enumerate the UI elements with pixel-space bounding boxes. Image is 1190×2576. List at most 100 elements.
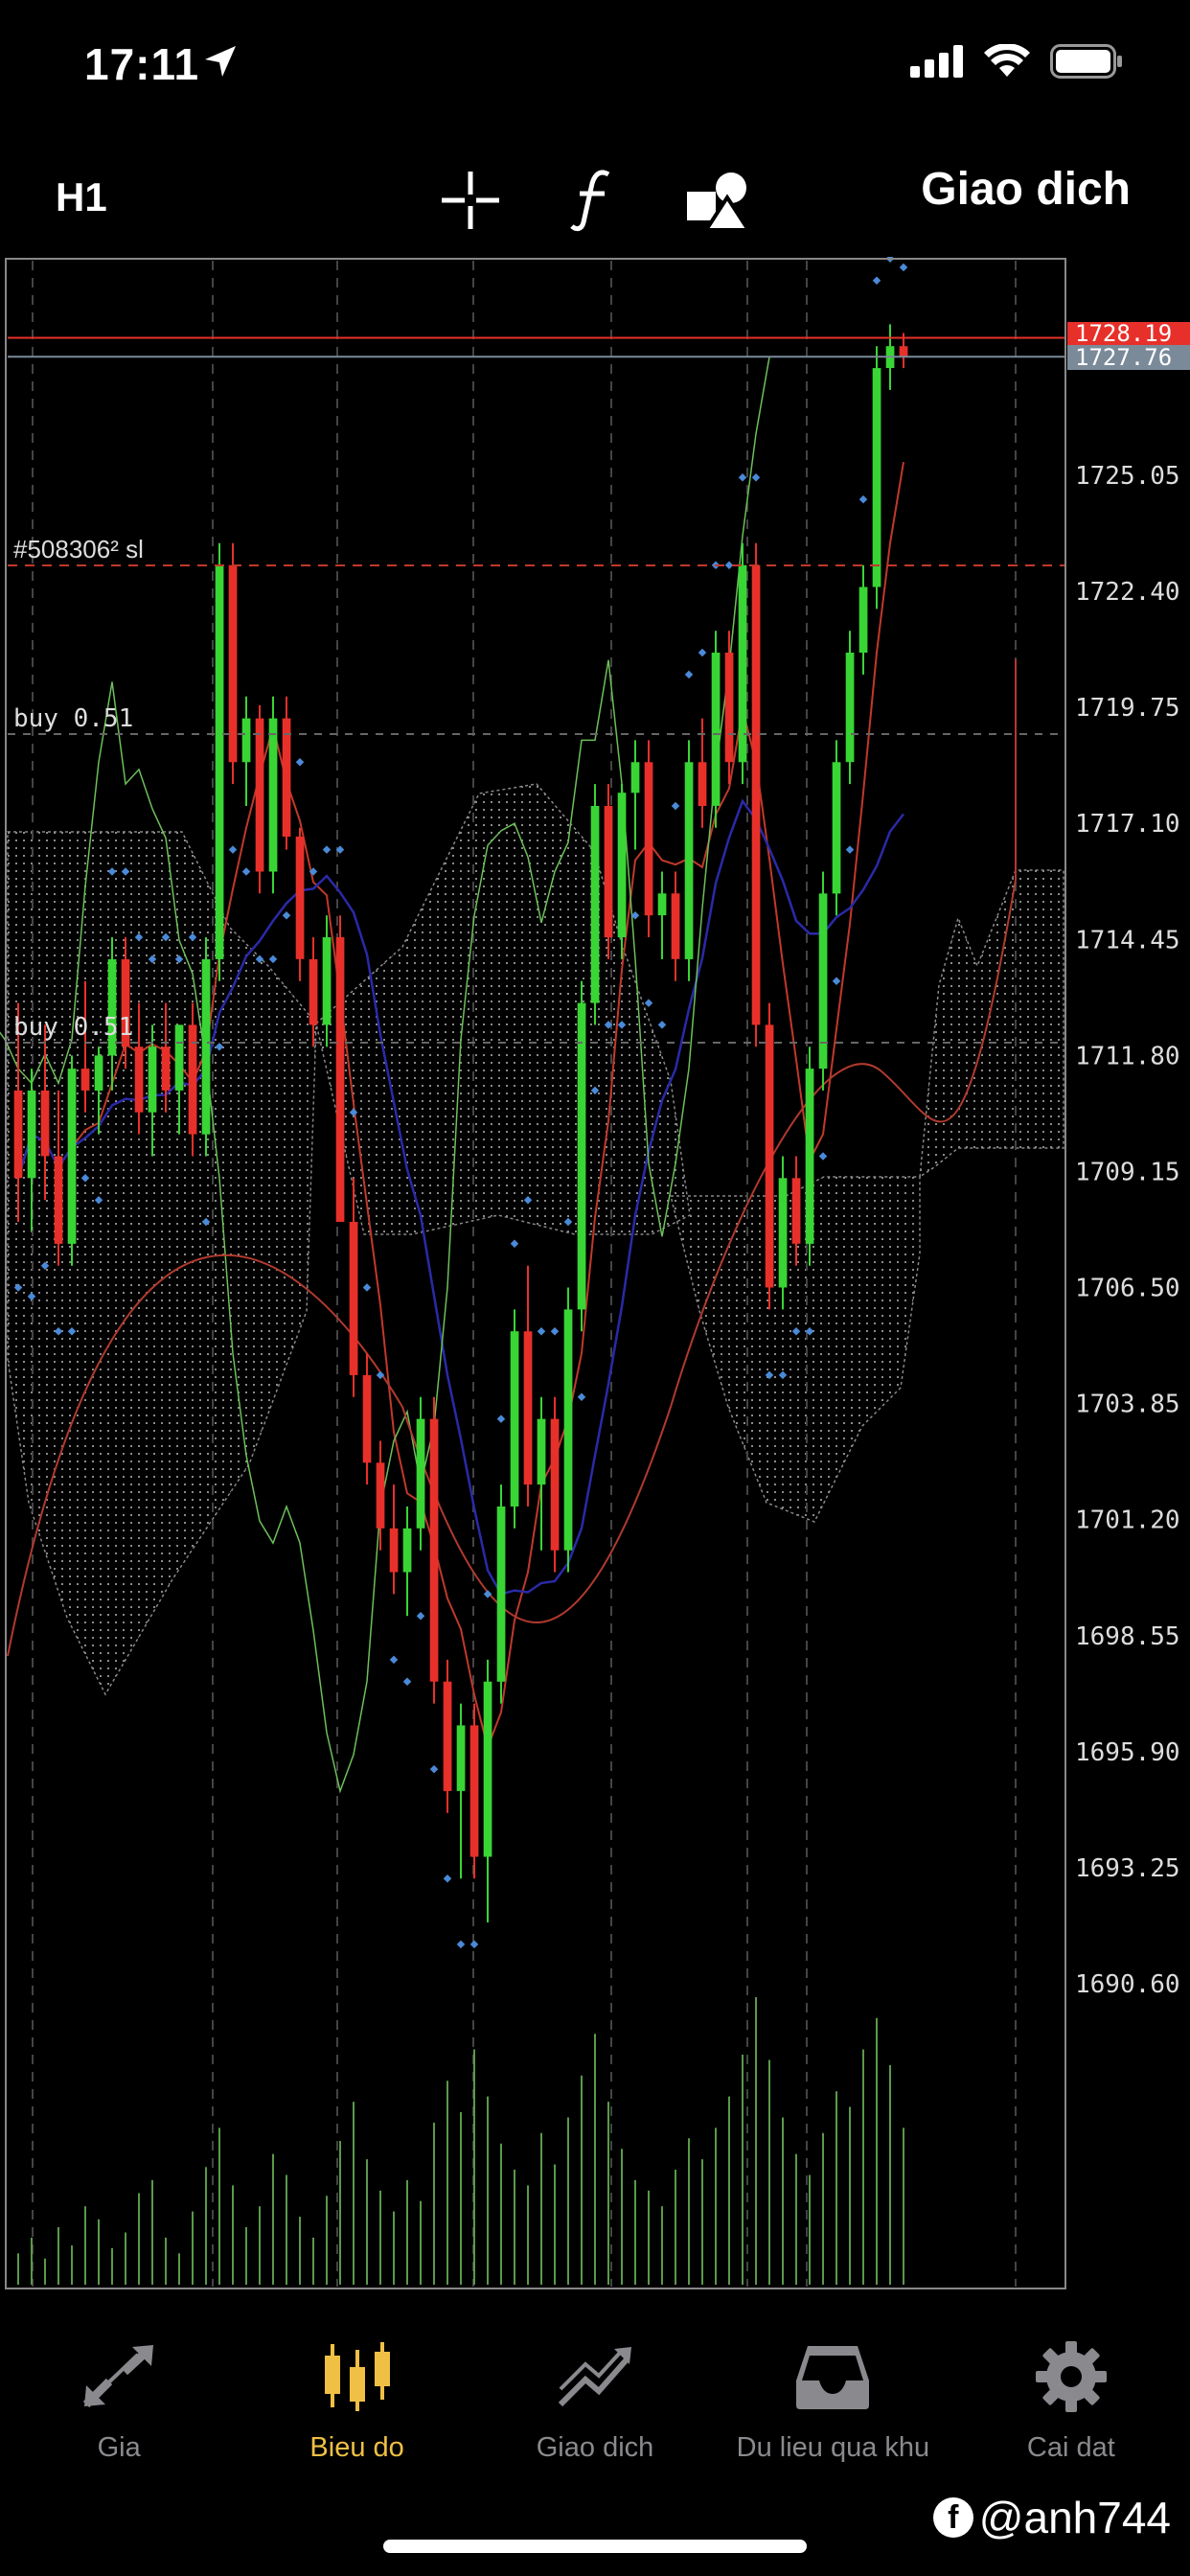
sar-dot [322, 845, 332, 854]
candle-body [402, 1528, 412, 1573]
candle-body [563, 1309, 573, 1551]
nav-quotes-label: Gia [97, 2432, 141, 2463]
sar-dot [724, 561, 734, 569]
nav-history-label: Du lieu qua khu [736, 2432, 930, 2463]
candle-body [94, 1055, 103, 1091]
sar-dot [550, 1326, 560, 1336]
candle [657, 871, 667, 959]
candle [805, 1046, 814, 1266]
candle [832, 740, 841, 916]
candle-body [27, 1090, 36, 1179]
candle [228, 542, 238, 785]
price-tick-label: 1706.50 [1075, 1275, 1180, 1303]
nav-chart[interactable]: Bieu do [238, 2338, 475, 2482]
candle-body [550, 1418, 560, 1551]
candle [872, 346, 881, 610]
price-tick-label: 1709.15 [1075, 1159, 1180, 1187]
price-tick-label: 1703.85 [1075, 1391, 1180, 1419]
sar-dot [510, 1239, 519, 1249]
nav-quotes[interactable]: Gia [0, 2338, 238, 2482]
candle-body [590, 806, 600, 1003]
candle-body [215, 564, 224, 959]
status-time: 17:11 [84, 39, 200, 89]
candle-body [711, 653, 721, 806]
trade-button[interactable]: Giao dich [921, 163, 1131, 216]
sar-dot [416, 1611, 425, 1621]
sar-dot [684, 670, 694, 679]
candle-body [577, 1002, 586, 1310]
cloud-area [315, 783, 691, 1235]
price-tick-label: 1698.55 [1075, 1622, 1180, 1651]
order-label: #508306² sl [13, 535, 144, 564]
candle-body [255, 718, 264, 872]
candle-body [80, 1069, 90, 1091]
price-tick-label: 1690.60 [1075, 1970, 1180, 1999]
candle-body [791, 1178, 801, 1244]
crosshair-button[interactable] [427, 157, 514, 243]
candle-body [630, 762, 640, 794]
wifi-icon [983, 43, 1031, 83]
sar-dot [228, 845, 238, 854]
candle [644, 740, 653, 937]
candle [630, 740, 640, 850]
candle-body [483, 1681, 492, 1857]
chart-canvas[interactable]: 1725.05 1722.40 1719.75 1717.10 1714.45 1711.… [0, 257, 1190, 2298]
volume-bars [17, 1997, 904, 2285]
nav-trade[interactable]: Giao dich [476, 2338, 714, 2482]
sar-dot [644, 999, 653, 1007]
candle [483, 1659, 492, 1922]
candle [604, 784, 613, 959]
candle [858, 564, 868, 675]
candle-body [13, 1090, 23, 1179]
candle [469, 1703, 479, 1879]
sar-dot [671, 801, 680, 811]
candle [295, 827, 305, 981]
function-icon [570, 170, 610, 232]
candle [590, 784, 600, 1025]
sar-dot [657, 1021, 667, 1029]
candle [201, 937, 211, 1157]
sar-dot [577, 1392, 586, 1402]
candle-body [832, 762, 841, 894]
candle-body [738, 564, 747, 763]
candle [510, 1309, 519, 1529]
sar-dot [469, 1940, 479, 1949]
candle-body [537, 1418, 546, 1485]
candle-body [523, 1331, 533, 1485]
candle-body [805, 1069, 814, 1244]
nav-history[interactable]: Du lieu qua khu [714, 2338, 951, 2482]
candle-body [188, 1024, 197, 1135]
home-indicator[interactable] [383, 2540, 807, 2553]
candle-body [376, 1462, 385, 1529]
shapes-icon [687, 172, 752, 232]
candle [523, 1265, 533, 1506]
price-tick-label: 1717.10 [1075, 810, 1180, 839]
timeframe-button[interactable]: H1 [56, 174, 107, 220]
candle-body [845, 653, 855, 763]
candle-body [872, 368, 881, 587]
candle-body [362, 1374, 372, 1463]
sar-dot [698, 648, 707, 657]
price-tick-label: 1695.90 [1075, 1738, 1180, 1767]
nav-settings[interactable]: Cai dat [952, 2338, 1190, 2482]
sar-dot [832, 977, 841, 985]
objects-button[interactable] [676, 157, 763, 243]
price-chart[interactable]: 1725.05 1722.40 1719.75 1717.10 1714.45 1711.… [0, 257, 1190, 2298]
candle-body [751, 564, 761, 1025]
candle-body [724, 653, 734, 763]
candle [416, 1396, 425, 1551]
candle [67, 1055, 77, 1266]
price-tick-label: 1711.80 [1075, 1042, 1180, 1070]
ask-price-label: 1728.19 [1075, 320, 1172, 347]
indicators-button[interactable] [552, 157, 638, 243]
buy-label-2: buy 0.51 [13, 1013, 133, 1042]
candle [738, 542, 747, 785]
price-tick-label: 1701.20 [1075, 1506, 1180, 1535]
candle [282, 696, 291, 850]
price-tick-label: 1722.40 [1075, 578, 1180, 607]
candle [617, 784, 627, 959]
watermark-text: @anh744 [978, 2493, 1171, 2542]
candle [711, 631, 721, 828]
sar-dot [885, 257, 895, 264]
candle-body [161, 1046, 171, 1091]
